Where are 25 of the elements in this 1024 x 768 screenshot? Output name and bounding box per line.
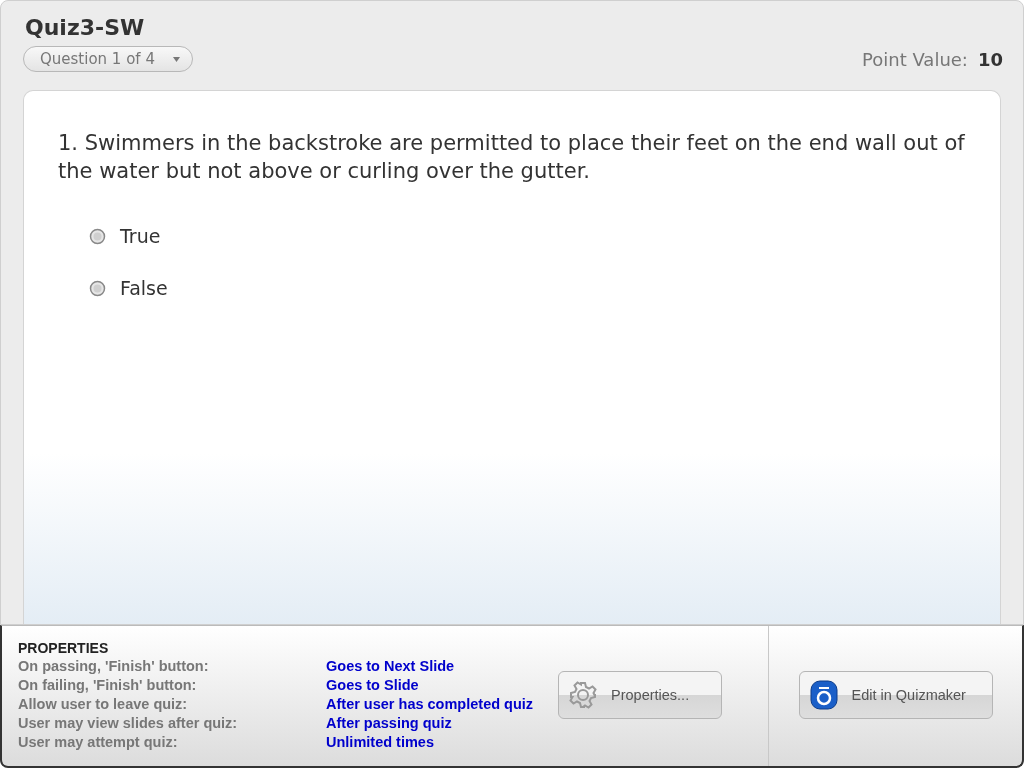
app-logo-icon [809,680,838,710]
property-value: Goes to Next Slide [326,657,456,676]
caret-icon [172,56,180,62]
property-label: User may attempt quiz: [18,733,179,752]
point-value-label: Point Value: [862,48,968,70]
property-value: After passing quiz [326,714,453,733]
property-label: On passing, 'Finish' button: [18,657,210,676]
question-dropdown[interactable]: Question 1 of 4 [23,46,193,72]
quiz-title: Quiz3-SW [25,15,146,40]
question-text: 1. Swimmers in the backstroke are permitted to place their feet on the end wall out of the water but not above or curling over the gutter. [58,130,966,185]
property-value: Goes to Slide [326,676,420,695]
point-value: 10 [977,48,1003,70]
edit-in-quizmaker-button[interactable]: Edit in Quizmaker [798,671,993,719]
properties-heading: PROPERTIES [18,640,110,656]
property-label: User may view slides after quiz: [18,714,239,733]
properties-button[interactable]: Properties... [558,671,722,719]
radio-button[interactable] [89,279,106,297]
option-label: False [120,277,168,299]
property-value: After user has completed quiz [326,695,535,714]
property-label: On failing, 'Finish' button: [18,676,198,695]
option-label: True [120,225,161,247]
gear-icon [569,681,597,709]
property-value: Unlimited times [326,733,435,752]
property-label: Allow user to leave quiz: [18,695,189,714]
radio-button[interactable] [89,227,106,245]
